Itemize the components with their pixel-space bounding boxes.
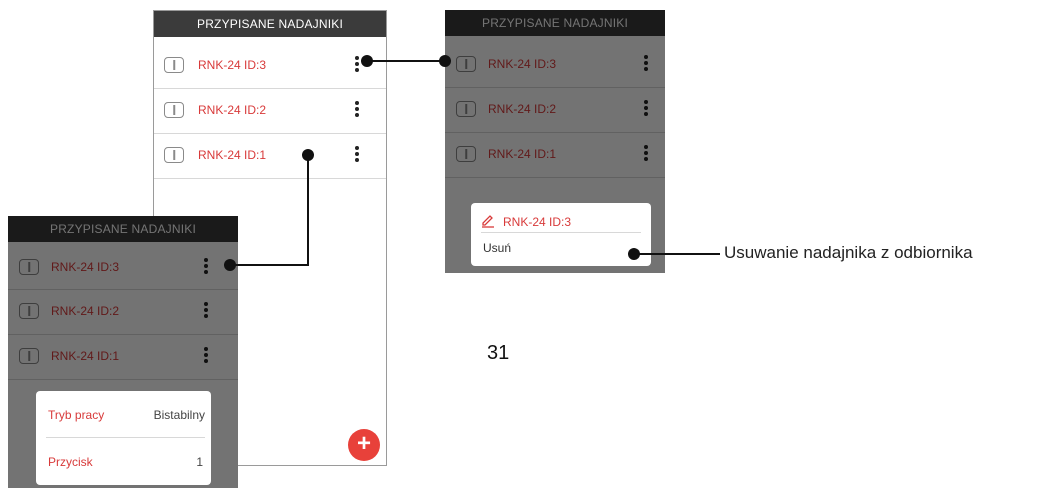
page-number: 31 bbox=[487, 342, 510, 364]
callout-label: Usuwanie nadajnika z odbiornika bbox=[724, 243, 973, 262]
